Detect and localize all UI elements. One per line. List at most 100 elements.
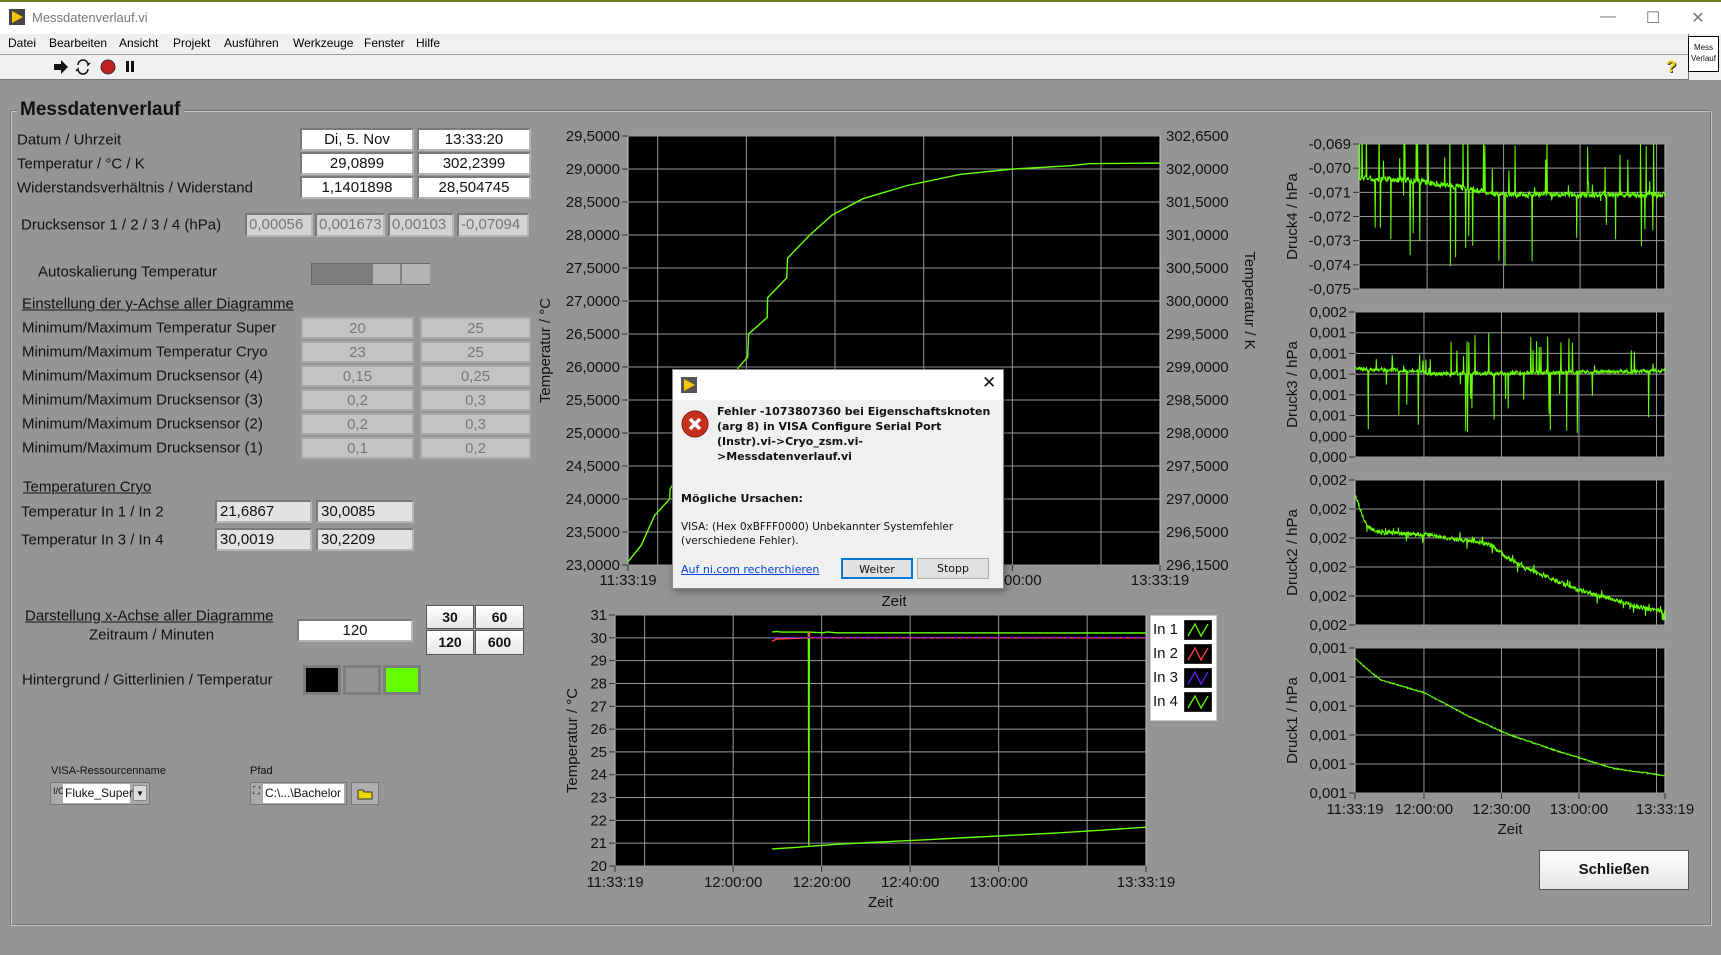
y-tick-label: 23 — [590, 790, 607, 807]
error-icon — [681, 410, 709, 438]
y-tick-label: 27 — [590, 698, 607, 715]
y-tick-label: -0,072 — [1308, 209, 1351, 226]
y2-tick-label: 298,5000 — [1166, 392, 1229, 409]
dialog-close-icon[interactable]: ✕ — [982, 373, 996, 393]
plot-area — [1354, 311, 1666, 458]
y-tick-label: -0,073 — [1308, 233, 1351, 250]
y-tick-label: 0,001 — [1309, 727, 1347, 744]
y2-tick-label: 301,5000 — [1166, 194, 1229, 211]
cryo-chart: 31 30 29 28 27 26 25 24 23 22 21 2011:33:19 12:00:00… — [564, 607, 1175, 911]
causes-title: Mögliche Ursachen: — [681, 492, 803, 505]
y-tick-label: 30 — [590, 630, 607, 647]
x-tick-label: 12:30:00 — [1472, 801, 1530, 818]
y-tick-label: 25 — [590, 744, 607, 761]
y-tick-label: -0,074 — [1308, 257, 1351, 274]
druck3-chart: 0,002 0,001 0,001 0,001 0,001 0,001 0,000 0,000… — [1284, 304, 1666, 466]
y-axis-title: Druck4 / hPa — [1284, 172, 1301, 259]
y-tick-label: 24 — [590, 767, 607, 784]
plot-area — [1354, 647, 1666, 794]
y-tick-label: 28 — [590, 675, 607, 692]
legend-label: In 4 — [1153, 693, 1179, 710]
cause-text: VISA: (Hex 0xBFFF0000) Unbekannter Syste… — [681, 521, 954, 547]
x-tick-label: 13:33:19 — [1636, 801, 1694, 818]
y-tick-label: 0,001 — [1309, 366, 1347, 383]
legend-label: In 3 — [1153, 669, 1179, 686]
y2-tick-label: 302,6500 — [1166, 128, 1229, 145]
y-tick-label: 0,001 — [1309, 640, 1347, 657]
y-axis-title: Druck3 / hPa — [1284, 340, 1301, 427]
y-tick-label: 29,5000 — [566, 128, 620, 145]
y2-axis-title: Temperatur / K — [1241, 251, 1258, 349]
search-ni-link[interactable]: Auf ni.com recherchieren — [681, 563, 819, 576]
druck2-chart: 0,002 0,002 0,002 0,002 0,002 0,002 Druck2 / h… — [1284, 472, 1666, 634]
y-tick-label: -0,075 — [1308, 281, 1351, 298]
legend-label: In 2 — [1153, 645, 1179, 662]
y-tick-label: 27,0000 — [566, 293, 620, 310]
x-tick-label: 11:33:19 — [1326, 801, 1383, 818]
labview-icon — [681, 377, 697, 393]
x-tick-label: 13:33:19 — [1131, 572, 1189, 589]
y-tick-label: 23,5000 — [566, 524, 620, 541]
legend-swatch-icon[interactable] — [1184, 644, 1212, 664]
y-tick-label: 24,5000 — [566, 458, 620, 475]
y-tick-label: 28,5000 — [566, 194, 620, 211]
y-tick-label: 0,002 — [1309, 501, 1347, 518]
x-tick-label: 11:33:19 — [586, 874, 643, 891]
plot-area — [1354, 479, 1666, 626]
y-tick-label: 0,001 — [1309, 345, 1347, 362]
legend-swatch-icon[interactable] — [1184, 668, 1212, 688]
y-tick-label: -0,071 — [1308, 184, 1351, 201]
error-dialog: ✕ Fehler -1073807360 bei Eigenschaftskno… — [672, 369, 1004, 589]
y-tick-label: 22 — [590, 812, 607, 829]
y-tick-label: 0,001 — [1309, 756, 1347, 773]
x-axis-title: Zeit — [868, 894, 894, 911]
y-tick-label: 26,0000 — [566, 359, 620, 376]
y-tick-label: 0,002 — [1309, 304, 1347, 321]
druck1-chart: 0,0010,0010,0010,0010,0010,00111:33:19 12… — [1284, 640, 1694, 838]
continue-button[interactable]: Weiter — [841, 558, 913, 579]
y2-tick-label: 297,0000 — [1166, 491, 1229, 508]
legend-swatch-icon[interactable] — [1184, 692, 1212, 712]
y-tick-label: 0,000 — [1309, 428, 1347, 445]
y-axis-title: Druck1 / hPa — [1284, 676, 1301, 763]
y-axis-title: Temperatur / °C — [537, 298, 554, 403]
y-tick-label: 0,001 — [1309, 698, 1347, 715]
y-tick-label: 0,001 — [1309, 408, 1347, 425]
druck4-chart: -0,069 -0,070 -0,071 -0,072 -0,073 -0,074 -0,0… — [1284, 136, 1666, 298]
y-tick-label: 0,001 — [1309, 325, 1347, 342]
dialog-titlebar: ✕ — [673, 370, 1003, 400]
y-tick-label: 20 — [590, 858, 607, 875]
stop-button[interactable]: Stopp — [917, 558, 989, 579]
y-tick-label: 25,5000 — [566, 392, 620, 409]
y2-tick-label: 298,0000 — [1166, 425, 1229, 442]
x-tick-label: 13:33:19 — [1117, 874, 1175, 891]
y2-tick-label: 300,5000 — [1166, 260, 1229, 277]
cryo-legend: In 1 In 2 In 3 In 4 — [1150, 615, 1217, 721]
y-tick-label: 26,5000 — [566, 326, 620, 343]
y-tick-label: 31 — [590, 607, 607, 624]
y2-tick-label: 301,0000 — [1166, 227, 1229, 244]
x-tick-label: 11:33:19 — [599, 572, 656, 589]
legend-label: In 1 — [1153, 621, 1179, 638]
y-tick-label: 27,5000 — [566, 260, 620, 277]
y-axis-title: Temperatur / °C — [564, 688, 581, 793]
legend-swatch-icon[interactable] — [1184, 620, 1212, 640]
y-tick-label: 0,002 — [1309, 530, 1347, 547]
y2-tick-label: 299,5000 — [1166, 326, 1229, 343]
y-tick-label: 0,002 — [1309, 472, 1347, 489]
y-tick-label: 29,0000 — [566, 161, 620, 178]
y-tick-label: 24,0000 — [566, 491, 620, 508]
y2-tick-label: 296,5000 — [1166, 524, 1229, 541]
x-axis-title: Zeit — [1497, 821, 1523, 838]
y2-tick-label: 297,5000 — [1166, 458, 1229, 475]
y-tick-label: 0,001 — [1309, 387, 1347, 404]
y2-tick-label: 302,0000 — [1166, 161, 1229, 178]
y-axis-title: Druck2 / hPa — [1284, 508, 1301, 595]
y-tick-label: 21 — [590, 835, 607, 852]
y2-tick-label: 300,0000 — [1166, 293, 1229, 310]
y-tick-label: 28,0000 — [566, 227, 620, 244]
plot-area — [614, 614, 1147, 867]
y2-tick-label: 299,0000 — [1166, 359, 1229, 376]
y-tick-label: 0,002 — [1309, 588, 1347, 605]
y-tick-label: 0,002 — [1309, 617, 1347, 634]
